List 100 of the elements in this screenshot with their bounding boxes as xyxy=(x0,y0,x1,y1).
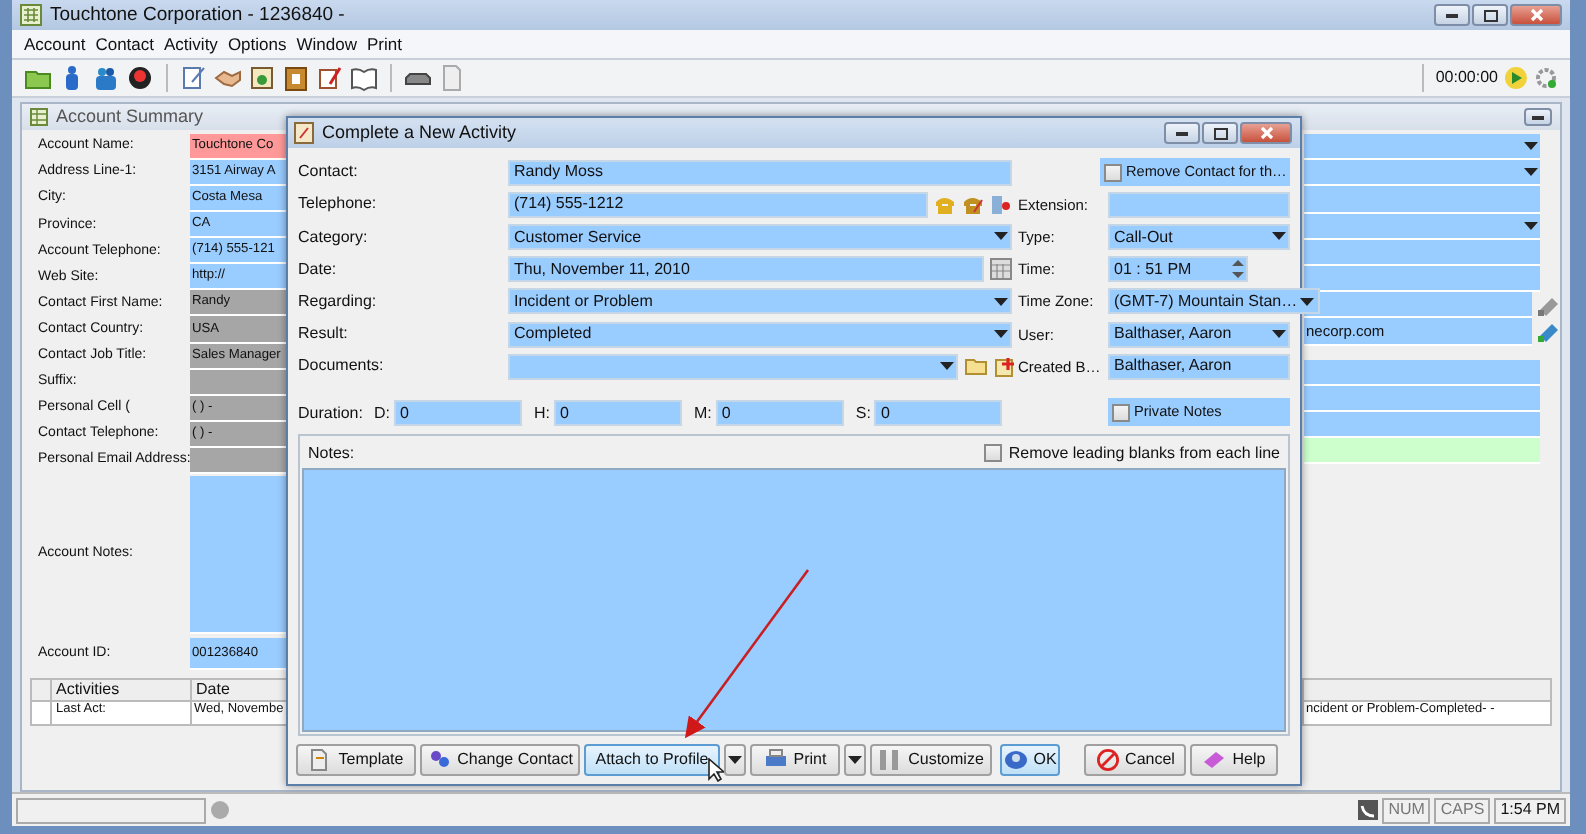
dropdown-arrow-icon[interactable] xyxy=(993,330,1007,339)
folder-icon[interactable] xyxy=(964,356,988,377)
maximize-icon xyxy=(1483,9,1497,21)
dialog-button[interactable]: Help xyxy=(1190,744,1278,776)
calendar-icon[interactable] xyxy=(248,64,276,92)
field-label: Contact: xyxy=(298,162,360,182)
minimize-icon xyxy=(1446,13,1458,17)
dialog-button[interactable]: Print xyxy=(750,744,840,776)
text-field[interactable]: Balthaser, Aaron xyxy=(1108,353,1290,380)
text-field[interactable]: Randy Moss xyxy=(508,159,1012,186)
status-icon xyxy=(210,800,230,820)
field-label: M: xyxy=(694,403,712,423)
maximize-button[interactable] xyxy=(1202,122,1238,144)
dialog-button[interactable]: OK xyxy=(1000,744,1060,776)
caret-icon[interactable] xyxy=(848,756,862,764)
close-button[interactable] xyxy=(1510,4,1562,26)
notepad-icon[interactable] xyxy=(316,64,344,92)
tool-icon[interactable] xyxy=(1536,292,1560,317)
time-spinner[interactable]: 01 : 51 PM xyxy=(1108,256,1248,283)
window-title: Touchtone Corporation - 1236840 - xyxy=(50,3,345,27)
dialog-button[interactable]: Template xyxy=(296,744,416,776)
dropdown-button[interactable] xyxy=(724,744,746,776)
document-icon xyxy=(308,748,333,772)
timer-text: 00:00:00 xyxy=(1435,68,1498,88)
menu-item[interactable]: Options xyxy=(227,33,287,55)
dropdown-field[interactable]: Completed xyxy=(508,321,1012,348)
dialog-button[interactable]: Customize xyxy=(870,744,992,776)
panel-title: Account Summary xyxy=(56,106,204,128)
dropdown-arrow-icon[interactable] xyxy=(993,232,1007,241)
dropdown-button[interactable] xyxy=(844,744,866,776)
dropdown-field[interactable]: (GMT-7) Mountain Stan… xyxy=(1108,288,1320,315)
dropdown-arrow-icon[interactable] xyxy=(939,362,953,371)
clipboard-icon[interactable] xyxy=(282,64,310,92)
dropdown-arrow-icon[interactable] xyxy=(1523,142,1537,151)
menu-item[interactable]: Window xyxy=(296,33,357,55)
field-label: Date: xyxy=(298,259,339,279)
calendar-icon[interactable] xyxy=(990,258,1012,281)
dropdown-arrow-icon[interactable] xyxy=(1300,297,1315,306)
minimize-button[interactable] xyxy=(1434,4,1470,26)
maximize-button[interactable] xyxy=(1472,4,1508,26)
app-icon xyxy=(20,4,42,26)
text-field[interactable]: 0 xyxy=(554,399,682,426)
dropdown-arrow-icon[interactable] xyxy=(1523,221,1537,230)
field-label: Duration: xyxy=(298,403,365,423)
dropdown-field[interactable]: Call-Out xyxy=(1108,223,1290,250)
note-icon[interactable] xyxy=(180,64,208,92)
column-header[interactable]: Activities xyxy=(52,680,192,700)
menu-item[interactable]: Print xyxy=(366,33,402,55)
text-field[interactable]: 0 xyxy=(874,399,1003,426)
dropdown-arrow-icon[interactable] xyxy=(1271,232,1285,241)
field-label: Result: xyxy=(298,324,350,344)
maximize-icon xyxy=(1213,127,1227,139)
collapse-button[interactable] xyxy=(1524,108,1552,126)
mobile-phone-icon[interactable] xyxy=(990,193,1010,216)
checkbox[interactable]: Remove leading blanks from each line xyxy=(984,443,1280,463)
status-text: CAPS xyxy=(1434,797,1491,823)
status-text: 1:54 PM xyxy=(1494,797,1566,823)
field-label: Category: xyxy=(298,227,370,247)
dialog-button[interactable]: Change Contact xyxy=(420,744,580,776)
field-label: D: xyxy=(374,403,390,423)
dropdown-arrow-icon[interactable] xyxy=(1271,330,1285,339)
close-icon xyxy=(1259,126,1273,140)
text-field[interactable]: 0 xyxy=(394,399,522,426)
text-field[interactable]: 0 xyxy=(715,399,844,426)
text-field[interactable] xyxy=(1108,191,1290,218)
status-text: NUM xyxy=(1382,797,1431,823)
caret-icon[interactable] xyxy=(728,756,742,764)
minimize-icon xyxy=(1176,131,1188,135)
spinner-icon[interactable] xyxy=(1230,258,1246,281)
gear-icon[interactable] xyxy=(1534,66,1558,90)
close-button[interactable] xyxy=(1240,122,1292,144)
dialog-button[interactable]: Attach to Profile xyxy=(584,744,720,776)
dropdown-field[interactable]: Incident or Problem xyxy=(508,288,1012,315)
cancel-icon xyxy=(1095,748,1120,772)
printer-icon xyxy=(763,748,788,772)
panel-icon xyxy=(30,108,48,126)
minimize-icon xyxy=(1532,115,1544,119)
dropdown-field[interactable]: Balthaser, Aaron xyxy=(1108,321,1290,348)
text-field[interactable]: (714) 555-1212 xyxy=(508,191,928,218)
add-document-icon[interactable] xyxy=(994,355,1016,378)
dropdown-field[interactable] xyxy=(508,353,958,380)
field-label: S: xyxy=(855,403,871,423)
dropdown-arrow-icon[interactable] xyxy=(1523,168,1537,177)
play-icon[interactable] xyxy=(1504,66,1528,90)
dialog-icon xyxy=(294,122,314,144)
dropdown-field[interactable]: Customer Service xyxy=(508,223,1012,250)
menu-item[interactable]: Contact xyxy=(95,33,155,55)
notes-field[interactable] xyxy=(302,468,1286,732)
field-label: H: xyxy=(534,403,550,423)
close-icon xyxy=(1529,8,1543,22)
ok-icon xyxy=(1003,748,1028,772)
tool-icon[interactable] xyxy=(1536,318,1560,343)
menu-item[interactable]: Account xyxy=(24,33,86,55)
minimize-button[interactable] xyxy=(1164,122,1200,144)
dialog-button[interactable]: Cancel xyxy=(1084,744,1186,776)
field-label: Regarding: xyxy=(298,292,379,312)
text-field[interactable]: Thu, November 11, 2010 xyxy=(508,256,984,283)
dropdown-arrow-icon[interactable] xyxy=(993,297,1007,306)
field-label: Documents: xyxy=(298,356,386,377)
menu-item[interactable]: Activity xyxy=(164,33,218,55)
